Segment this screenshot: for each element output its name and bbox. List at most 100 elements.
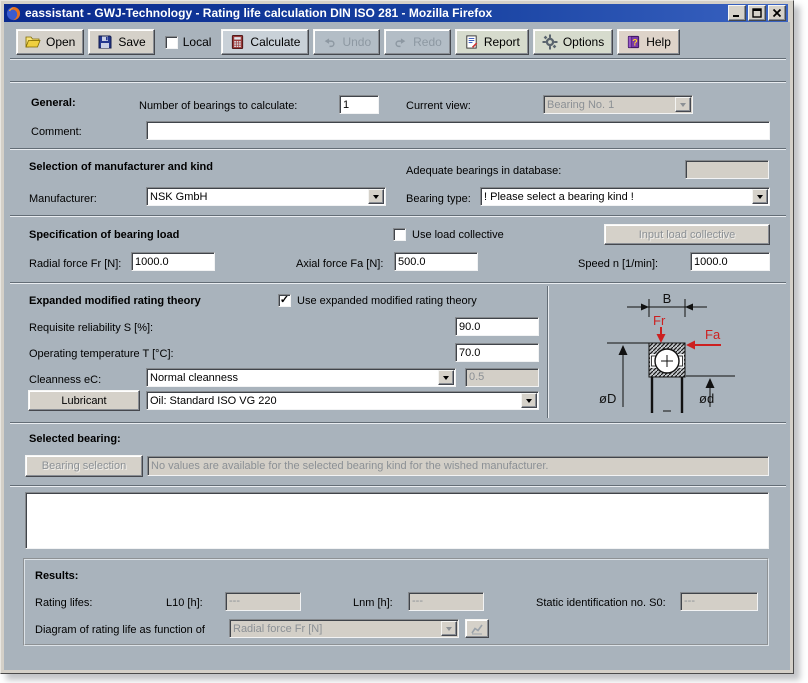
manufacturer-label: Manufacturer: <box>29 193 97 205</box>
chevron-down-icon[interactable] <box>368 189 384 204</box>
lnm-field[interactable]: --- <box>408 592 484 611</box>
axial-force-label: Axial force Fa [N]: <box>296 258 383 270</box>
rating-lifes-label: Rating lifes: <box>35 597 92 609</box>
bearing-selection-button[interactable]: Bearing selection <box>25 455 143 477</box>
section-separator-5 <box>10 422 786 424</box>
minimize-button[interactable] <box>728 5 746 21</box>
undo-button[interactable]: Undo <box>313 29 380 55</box>
force-fa-label: Fa <box>705 327 721 342</box>
radial-force-label: Radial force Fr [N]: <box>29 258 121 270</box>
toolbar-separator <box>10 58 786 60</box>
l10-field[interactable]: --- <box>225 592 301 611</box>
cleanness-label: Cleanness eC: <box>29 374 101 386</box>
firefox-icon <box>6 6 21 21</box>
local-checkbox-group: Local <box>165 35 212 49</box>
calculate-button-label: Calculate <box>250 35 300 49</box>
cleanness-factor-field[interactable]: 0.5 <box>465 368 539 387</box>
help-button-label: Help <box>646 35 671 49</box>
static-identification-label: Static identification no. S0: <box>536 597 666 609</box>
axial-force-input[interactable] <box>394 252 478 271</box>
cleanness-select[interactable]: Normal cleanness <box>146 368 456 387</box>
lnm-label: Lnm [h]: <box>353 597 393 609</box>
undo-button-label: Undo <box>342 35 371 49</box>
manufacturer-select[interactable]: NSK GmbH <box>146 187 386 206</box>
num-bearings-input[interactable] <box>339 95 379 114</box>
check-icon: ✓ <box>280 295 289 306</box>
close-icon <box>772 8 782 18</box>
static-identification-field[interactable]: --- <box>680 592 758 611</box>
input-load-collective-button[interactable]: Input load collective <box>604 224 770 245</box>
force-fr-label: Fr <box>653 313 666 328</box>
general-section-title: General: <box>31 97 76 109</box>
section-separator-6 <box>10 485 786 487</box>
use-theory-checkbox[interactable]: ✓ <box>278 294 291 307</box>
report-button-label: Report <box>484 35 520 49</box>
comment-input[interactable] <box>146 121 770 140</box>
temperature-input[interactable] <box>455 343 539 362</box>
help-button[interactable]: ? Help <box>617 29 680 55</box>
chevron-down-icon[interactable] <box>438 370 454 385</box>
maximize-icon <box>752 8 762 18</box>
open-button[interactable]: Open <box>16 29 84 55</box>
local-checkbox-label: Local <box>183 35 212 49</box>
adequate-bearings-field[interactable] <box>685 160 769 179</box>
section-separator-2 <box>10 148 786 150</box>
section-separator-3 <box>10 215 786 217</box>
load-section-title: Specification of bearing load <box>29 229 179 241</box>
manufacturer-section-title: Selection of manufacturer and kind <box>29 161 213 173</box>
current-view-label: Current view: <box>406 100 471 112</box>
svg-text:?: ? <box>632 37 637 47</box>
bearing-type-label: Bearing type: <box>406 193 471 205</box>
options-button-label: Options <box>563 35 604 49</box>
reliability-input[interactable] <box>455 317 539 336</box>
toolbar: Open Save Local <box>16 28 680 56</box>
save-button[interactable]: Save <box>88 29 154 55</box>
chevron-down-icon[interactable] <box>675 97 691 112</box>
num-bearings-label: Number of bearings to calculate: <box>139 100 297 112</box>
results-section-title: Results: <box>35 570 78 582</box>
bearing-message-field[interactable]: No values are available for the selected… <box>147 456 769 476</box>
app-window: eassistant - GWJ-Technology - Rating lif… <box>0 0 794 674</box>
undo-icon <box>322 35 337 49</box>
options-button[interactable]: Options <box>533 29 613 55</box>
selected-bearing-section-title: Selected bearing: <box>29 433 121 445</box>
maximize-button[interactable] <box>748 5 766 21</box>
use-load-collective-label: Use load collective <box>412 229 504 241</box>
report-document-icon <box>464 34 479 50</box>
calculator-icon <box>230 34 245 50</box>
close-button[interactable] <box>768 5 786 21</box>
lubricant-select[interactable]: Oil: Standard ISO VG 220 <box>146 391 539 410</box>
comment-label: Comment: <box>31 126 82 138</box>
use-load-collective-checkbox[interactable] <box>393 228 406 241</box>
diagram-function-select[interactable]: Radial force Fr [N] <box>229 619 459 638</box>
report-button[interactable]: Report <box>455 29 529 55</box>
bearing-diagram: B Fr Fa øD ød <box>553 287 789 417</box>
chevron-down-icon[interactable] <box>521 393 537 408</box>
speed-input[interactable] <box>690 252 770 271</box>
help-book-icon: ? <box>626 34 641 50</box>
save-floppy-icon <box>97 34 113 50</box>
section-separator-4 <box>10 282 786 284</box>
minimize-icon <box>732 8 742 18</box>
local-checkbox[interactable] <box>165 36 178 49</box>
show-diagram-button[interactable] <box>465 619 489 638</box>
lubricant-button[interactable]: Lubricant <box>28 390 140 411</box>
chevron-down-icon[interactable] <box>441 621 457 636</box>
radial-force-input[interactable] <box>131 252 215 271</box>
calculate-button[interactable]: Calculate <box>221 29 309 55</box>
diagram-function-label: Diagram of rating life as function of <box>35 624 205 636</box>
reliability-label: Requisite reliability S [%]: <box>29 322 153 334</box>
redo-button[interactable]: Redo <box>384 29 451 55</box>
output-textarea[interactable] <box>25 492 769 549</box>
section-separator-1 <box>10 81 786 83</box>
diagram-separator <box>547 286 549 418</box>
redo-button-label: Redo <box>413 35 442 49</box>
redo-icon <box>393 35 408 49</box>
chevron-down-icon[interactable] <box>752 189 768 204</box>
use-theory-label: Use expanded modified rating theory <box>297 295 477 307</box>
bearing-type-select[interactable]: ! Please select a bearing kind ! <box>480 187 770 206</box>
title-bar[interactable]: eassistant - GWJ-Technology - Rating lif… <box>4 4 788 22</box>
current-view-select[interactable]: Bearing No. 1 <box>543 95 693 114</box>
speed-label: Speed n [1/min]: <box>578 258 658 270</box>
open-button-label: Open <box>46 35 75 49</box>
